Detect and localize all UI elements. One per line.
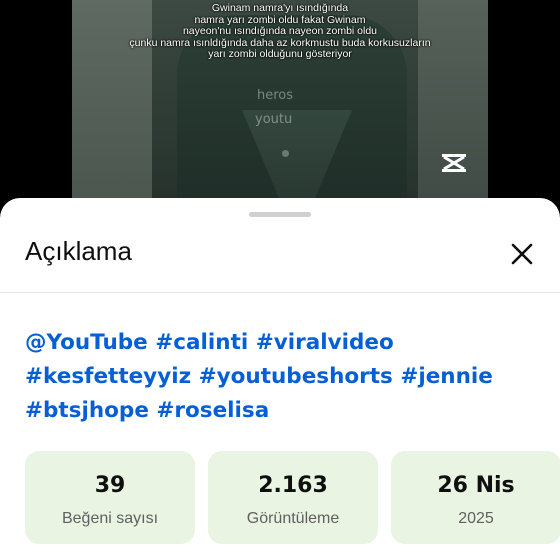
date-stat: 26 Nis 2025 [391,451,560,544]
publish-year: 2025 [458,510,494,527]
hashtag-link[interactable]: #youtubeshorts [199,364,393,389]
subtitle-line: Gwinam namra'yı ısındığında [211,2,349,14]
hashtag-link[interactable]: #viralvideo [256,330,394,355]
video-player[interactable]: heros youtu Gwinam namra'yı ısındığında … [0,0,560,215]
views-count: 2.163 [258,473,328,498]
hashtag-link[interactable]: #jennie [400,364,493,389]
description-sheet: Açıklama @YouTube #calinti #viralvideo #… [0,198,560,560]
likes-label: Beğeni sayısı [61,510,159,527]
hashtag-link[interactable]: #roselisa [156,398,269,423]
description-hashtags: @YouTube #calinti #viralvideo #kesfettey… [25,326,545,428]
hashtag-link[interactable]: #btsjhope [25,398,149,423]
likes-count: 39 [94,473,126,498]
subtitle-line: yarı zombi olduğunu gösteriyor [208,48,352,60]
publish-date: 26 Nis [437,473,515,498]
drag-handle[interactable] [249,212,311,217]
watermark-text-1: heros [257,88,294,103]
capcut-icon [442,154,466,172]
watermark-text-2: youtu [255,112,293,127]
hashtag-link[interactable]: #kesfetteyyiz [25,364,191,389]
hashtag-link[interactable]: #calinti [155,330,248,355]
video-subtitles: Gwinam namra'yı ısındığında namra yarı z… [72,2,488,61]
likes-stat: 39 Beğeni sayısı [25,451,195,544]
sheet-title: Açıklama [25,236,132,266]
views-stat: 2.163 Görüntüleme [208,451,378,544]
views-label: Görüntüleme [246,510,340,527]
hashtag-link[interactable]: @YouTube [25,330,148,355]
jacket-button [282,150,289,157]
hashtag-line: @YouTube #calinti #viralvideo [25,326,545,360]
hashtag-line: #btsjhope #roselisa [25,394,545,428]
subtitle-line: nayeon'nu ısındığında nayeon zombi oldu [182,25,378,37]
hashtag-line: #kesfetteyyiz #youtubeshorts #jennie [25,360,545,394]
divider [0,292,560,293]
close-icon[interactable] [505,237,539,271]
